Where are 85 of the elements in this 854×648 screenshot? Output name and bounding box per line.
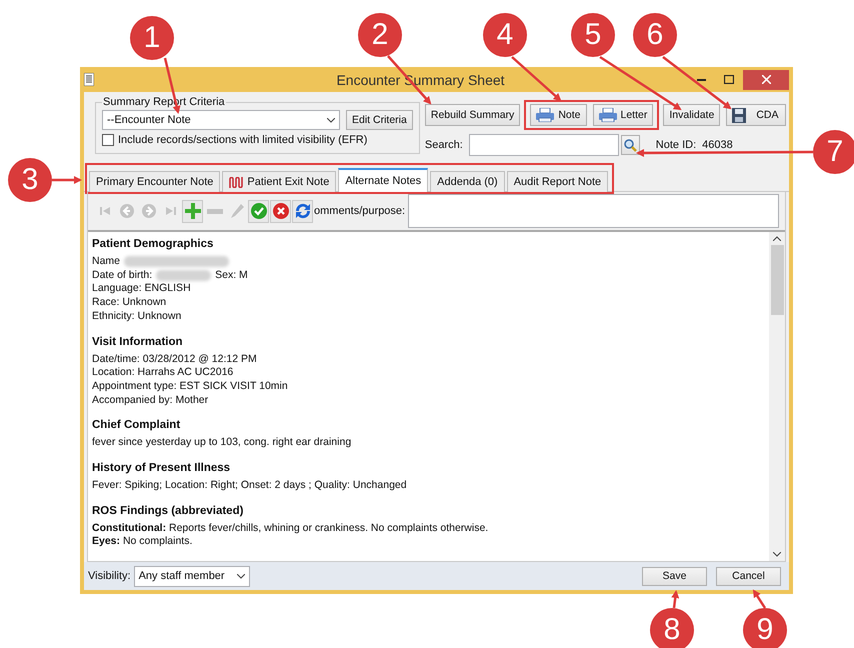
document-icon [84, 73, 94, 86]
document-line: fever since yesterday up to 103, cong. right ear draining [92, 436, 352, 450]
search-label: Search: [424, 139, 463, 151]
section-heading: ROS Findings (abbreviated) [92, 504, 244, 517]
tab[interactable]: Patient Exit Note [222, 171, 336, 192]
tab[interactable]: Addenda (0) [430, 171, 505, 192]
search-icon [624, 138, 637, 152]
document-line: Eyes: No complaints. [92, 535, 192, 550]
document-line: Language: ENGLISH [92, 282, 191, 296]
comments-label: omments/purpose: [314, 205, 406, 217]
close-button[interactable] [743, 70, 789, 90]
field-label: Date of birth: [92, 268, 152, 282]
leader-line [662, 56, 732, 110]
action-button[interactable]: Invalidate [663, 104, 720, 126]
cancel-icon [272, 203, 288, 219]
skip-forward-icon [166, 207, 176, 215]
visibility-dropdown[interactable]: Any staff member [134, 566, 250, 586]
field-label: Name [92, 255, 120, 269]
refresh-icon [294, 202, 312, 220]
pencil-icon [230, 204, 244, 218]
search-button[interactable] [620, 135, 640, 155]
redaction-blur [156, 270, 212, 282]
toolbar-button[interactable] [248, 200, 269, 222]
toolbar-button[interactable] [182, 200, 203, 222]
document-line: Fever: Spiking; Location: Right; Onset: 2 days ; Quality: Unchanged [92, 479, 407, 493]
printer-icon [536, 108, 554, 122]
leader-line [752, 589, 766, 609]
scrollbar-thumb[interactable] [770, 245, 784, 315]
section-heading: History of Present Illness [92, 462, 232, 474]
callout-number: 1 [130, 16, 174, 60]
scroll-up-icon [773, 236, 781, 241]
scrollbar[interactable] [769, 232, 785, 561]
section-heading: Visit Information [92, 336, 184, 348]
document-line: Location: Harrahs AC UC2016 [92, 366, 234, 380]
close-icon [762, 75, 770, 84]
chevron-icon [327, 118, 335, 122]
tab[interactable]: Primary Encounter Note [89, 171, 220, 192]
toolbar-button[interactable]: Note [530, 104, 586, 126]
toolbar-button[interactable] [292, 200, 313, 222]
document-line: Appointment type: EST SICK VISIT 10min [92, 380, 288, 394]
tab[interactable]: Alternate Notes [338, 168, 428, 192]
document-line: Accompanied by: Mother [92, 394, 208, 408]
criteria-dropdown[interactable]: --Encounter Note [102, 110, 340, 130]
leader-line [671, 590, 680, 608]
section-heading: Patient Demographics [92, 238, 214, 250]
search-field[interactable] [468, 134, 619, 156]
visibility-label: Visibility: [88, 570, 131, 582]
document-line: Constitutional: Reports fever/chills, whining or crankiness. No complaints otherwise. [92, 522, 488, 536]
section-heading: Chief Complaint [92, 419, 182, 432]
action-button[interactable]: Rebuild Summary [424, 104, 520, 126]
exit-note-icon [229, 176, 244, 188]
minus-icon [206, 208, 222, 214]
document-line: Date/time: 03/28/2012 @ 12:12 PM [92, 352, 257, 366]
skip-back-icon [100, 207, 110, 215]
document-line: Race: Unknown [92, 296, 166, 310]
edit-criteria-button[interactable]: Edit Criteria [346, 110, 413, 130]
callout-number: 9 [743, 608, 787, 648]
callout-number: 6 [633, 13, 677, 57]
toolbar-button[interactable]: CDA [726, 104, 786, 126]
callout-number: 3 [8, 158, 52, 202]
field-value: Sex: M [215, 268, 248, 282]
callout-number: 8 [650, 608, 694, 648]
note-id-value: 46038 [702, 139, 733, 151]
save-button[interactable]: Save [642, 566, 707, 586]
note-id-label: Note ID: [656, 139, 696, 151]
minimize-icon [696, 78, 706, 80]
comments-field[interactable] [408, 194, 779, 228]
callout-number: 5 [571, 13, 615, 57]
checkbox[interactable] [102, 134, 114, 146]
leader-line [52, 176, 82, 184]
checkmark-icon [250, 203, 266, 219]
scroll-down-icon [773, 552, 781, 557]
plus-icon [184, 203, 200, 219]
toolbar-button[interactable] [270, 200, 291, 222]
toolbar-button[interactable]: Letter [592, 104, 654, 126]
callout-number: 7 [813, 130, 854, 174]
cancel-button[interactable]: Cancel [716, 566, 781, 586]
checkbox-label: Include records/sections with limited visibility (EFR) [118, 134, 368, 146]
chevron-icon [236, 574, 245, 578]
callout-number: 2 [358, 13, 402, 57]
printer-icon [598, 108, 616, 122]
callout-number: 4 [483, 13, 527, 57]
maximize-icon [724, 75, 734, 84]
document-line: Ethnicity: Unknown [92, 310, 182, 324]
tab[interactable]: Audit Report Note [506, 171, 608, 192]
